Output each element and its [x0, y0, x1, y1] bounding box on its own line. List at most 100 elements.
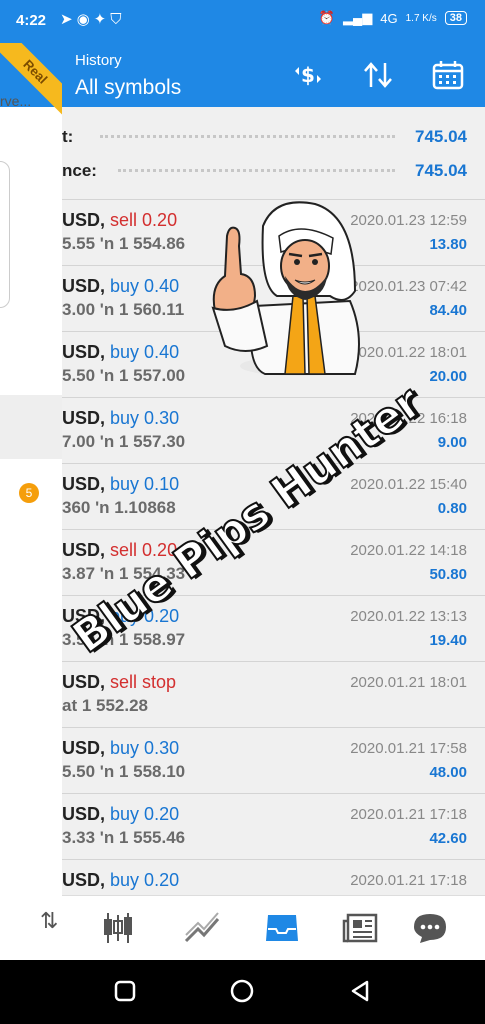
trade-date: 2020.01.22 13:13 — [350, 608, 467, 625]
trade-date: 2020.01.22 14:18 — [350, 542, 467, 559]
trade-profit: 42.60 — [429, 830, 467, 847]
trade-symbol: USD, — [62, 210, 106, 230]
trade-profit: 13.80 — [429, 236, 467, 253]
trade-profit: 0.80 — [437, 500, 467, 517]
trade-date: 2020.01.21 17:18 — [350, 806, 467, 823]
trade-date: 2020.01.22 15:40 — [350, 476, 467, 493]
trade-row[interactable]: USD, buy 0.20 3.33 'n 1 555.46 2020.01.21 … — [62, 794, 485, 860]
home-button[interactable] — [227, 976, 257, 1006]
trade-prices: 3.00 'n 1 560.11 — [62, 300, 185, 319]
trade-symbol: USD, — [62, 474, 106, 494]
chart-candles-icon — [104, 913, 132, 943]
network-type: 4G — [380, 10, 398, 26]
sticker-character — [211, 201, 360, 376]
trade-symbol-line: USD, buy 0.20 — [62, 870, 179, 891]
trade-symbol-line: USD, buy 0.10 — [62, 474, 179, 495]
trade-action: sell stop — [110, 672, 177, 692]
trade-date: 2020.01.22 18:01 — [350, 344, 467, 361]
network-speed: 1.7 K/s — [405, 12, 437, 24]
trade-prices: 7.00 'n 1 557.30 — [62, 432, 186, 451]
trade-profit: 9.00 — [437, 434, 467, 451]
svg-text:$: $ — [301, 63, 315, 87]
trade-chart-icon[interactable] — [182, 908, 222, 948]
trade-symbol-line: USD, sell stop — [62, 672, 176, 693]
news-icon[interactable] — [340, 908, 380, 948]
summary-balance: nce: 745.04 — [62, 153, 485, 187]
trade-prices: 5.55 'n 1 554.86 — [62, 234, 186, 253]
trade-profit: 19.40 — [429, 632, 467, 649]
drawer-item-selected[interactable] — [0, 395, 62, 459]
sort-icon[interactable] — [360, 57, 396, 93]
trade-action: buy 0.30 — [110, 738, 180, 758]
trade-symbol: USD, — [62, 540, 106, 560]
summary-label: nce: — [62, 161, 97, 180]
trade-action: buy 0.20 — [110, 804, 180, 824]
square-icon — [114, 980, 136, 1002]
trend-line-icon — [184, 912, 220, 943]
trade-row[interactable]: USD, buy 0.20 2020.01.21 17:18 — [62, 860, 485, 895]
triangle-back-icon — [351, 980, 369, 1002]
trade-row[interactable]: USD, sell stop at 1 552.28 2020.01.21 18:0… — [62, 662, 485, 728]
notification-badge: 5 — [19, 483, 39, 503]
newspaper-icon — [342, 913, 378, 943]
trade-symbol: USD, — [62, 276, 106, 296]
side-drawer[interactable]: Real rve... 5 ⇅ — [0, 43, 63, 960]
app-icon: ◉ — [76, 11, 94, 28]
symbol-filter-icon[interactable]: $ — [290, 57, 326, 93]
circle-icon — [230, 979, 254, 1003]
app-bar: History All symbols $ — [62, 43, 485, 107]
trade-symbol: USD, — [62, 870, 106, 890]
notification-icons: ➤◉✦⛉ — [60, 10, 126, 28]
alarm-icon: ⏰ — [318, 10, 336, 25]
trade-date: 2020.01.21 17:18 — [350, 872, 467, 889]
trade-symbol-line: USD, sell 0.20 — [62, 210, 177, 231]
page-title[interactable]: All symbols — [75, 76, 181, 100]
system-icons: ⏰ ▂▄▆ 4G 1.7 K/s 38 — [319, 10, 467, 26]
trade-date: 2020.01.23 07:42 — [350, 278, 467, 295]
system-navigation-bar — [0, 960, 485, 1024]
trade-prices: at 1 552.28 — [62, 696, 149, 715]
trade-action: sell 0.20 — [110, 210, 178, 230]
summary-value: 745.04 — [415, 161, 467, 180]
history-tab-icon[interactable] — [262, 908, 302, 948]
back-button[interactable] — [345, 976, 375, 1006]
candles-icon[interactable] — [98, 908, 138, 948]
summary-value: 745.04 — [415, 127, 467, 146]
trade-symbol-line: USD, buy 0.30 — [62, 738, 179, 759]
calendar-icon[interactable] — [430, 57, 466, 93]
page-subtitle: History — [75, 52, 122, 69]
trade-prices: 3.33 'n 1 555.46 — [62, 828, 186, 847]
trade-action: buy 0.30 — [110, 408, 180, 428]
clock: 4:22 — [16, 12, 47, 29]
trade-symbol: USD, — [62, 804, 106, 824]
trade-action: buy 0.40 — [110, 276, 180, 296]
telegram-icon: ➤ — [60, 11, 77, 28]
trade-action: buy 0.40 — [110, 342, 180, 362]
trade-symbol-line: USD, buy 0.40 — [62, 276, 179, 297]
shield-icon: ⛉ — [110, 11, 126, 28]
bottom-navigation — [62, 895, 485, 961]
recents-button[interactable] — [110, 976, 140, 1006]
sort-arrows-icon — [364, 62, 392, 88]
trade-action: buy 0.10 — [110, 474, 180, 494]
trade-date: 2020.01.23 12:59 — [350, 212, 467, 229]
trade-date: 2020.01.21 17:58 — [350, 740, 467, 757]
server-name: rve... — [0, 93, 32, 109]
quotes-icon[interactable]: ⇅ — [40, 908, 58, 934]
trade-action: buy 0.20 — [110, 870, 180, 890]
trade-symbol: USD, — [62, 408, 106, 428]
chat-icon[interactable] — [410, 908, 450, 948]
calendar-glyph-icon — [432, 61, 464, 90]
summary-label: t: — [62, 127, 74, 146]
inbox-icon — [266, 915, 298, 941]
trade-profit: 20.00 — [429, 368, 467, 385]
chat-bubble-icon — [414, 914, 446, 943]
trade-symbol: USD, — [62, 342, 106, 362]
trade-profit: 50.80 — [429, 566, 467, 583]
trade-prices: 360 'n 1.10868 — [62, 498, 176, 517]
trade-symbol: USD, — [62, 738, 106, 758]
trade-date: 2020.01.21 18:01 — [350, 674, 467, 691]
account-card[interactable] — [0, 161, 10, 308]
trade-symbol-line: USD, buy 0.40 — [62, 342, 179, 363]
trade-row[interactable]: USD, buy 0.30 5.50 'n 1 558.10 2020.01.21 … — [62, 728, 485, 794]
